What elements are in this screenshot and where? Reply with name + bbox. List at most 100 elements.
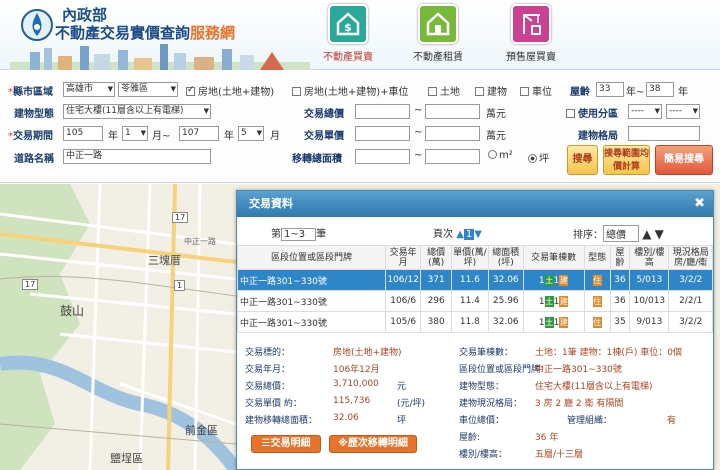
site-title: 不動產交易實價查詢服務網 xyxy=(55,24,236,42)
easy-search-button[interactable]: 簡易搜尋 xyxy=(655,145,713,175)
detail-value: 土地：1筆 建物：1棟(戶) 車位：0個 xyxy=(535,348,682,358)
period-year-from-input[interactable]: 105 xyxy=(63,126,103,141)
col-header: 區段位置或區段門牌 xyxy=(237,245,386,270)
detail-item: 樓別/樓高： xyxy=(459,450,508,460)
use-zone-select-2[interactable]: ---- xyxy=(666,104,700,119)
area-from-input[interactable] xyxy=(355,149,410,164)
close-icon[interactable]: ✖ xyxy=(694,191,705,217)
unit-ping-radio[interactable]: 坪 xyxy=(528,150,549,165)
area-to-input[interactable] xyxy=(425,149,480,164)
detail-value: 住宅大樓(11層含以上有電梯) xyxy=(535,382,653,392)
detail-value: 36 年 xyxy=(535,433,559,443)
type-badge: 住 xyxy=(592,295,602,307)
total-price-from-input[interactable] xyxy=(355,104,410,119)
layout-label: 建物格局 xyxy=(578,131,618,142)
type-house-parking-checkbox[interactable]: 房地(土地+建物)+車位 xyxy=(292,83,409,98)
map-label: 鼓山 xyxy=(60,304,85,318)
table-row[interactable]: 中正一路301~330號105/638011.832.06 1土1建0 住359… xyxy=(237,311,713,333)
total-price-to-input[interactable] xyxy=(425,104,480,119)
search-form: *縣市區域 高雄市 苓雅區 房地(土地+建物) 房地(土地+建物)+車位 土地 … xyxy=(0,71,720,183)
type-badge: 住 xyxy=(592,316,602,328)
detail-value: 中正一路301~330號 xyxy=(535,365,622,375)
unit-price-from-input[interactable] xyxy=(355,126,410,141)
detail-item: 交易年月： xyxy=(245,365,291,375)
unit-m2-radio[interactable]: m² xyxy=(488,150,513,161)
layout-input[interactable] xyxy=(628,126,700,141)
road-input[interactable]: 中正一路 xyxy=(63,149,211,164)
nav-tab-presale[interactable]: 預售屋買賣 xyxy=(496,4,566,68)
transfer-history-button[interactable]: ※歷次移轉明細 xyxy=(329,435,417,453)
table-row[interactable]: 中正一路301~330號106/629611.425.96 1土1建0 住361… xyxy=(237,290,713,312)
unit-price-to-input[interactable] xyxy=(425,126,480,141)
sort-select[interactable]: 總價 xyxy=(603,225,639,242)
year-unit: 年 xyxy=(108,131,118,142)
header: 內政部 不動產交易實價查詢服務網 $ 不動產買賣 不動產租賃 預售屋買賣 xyxy=(0,0,720,70)
use-zone-checkbox[interactable]: 使用分區 xyxy=(566,105,618,120)
house-icon xyxy=(418,4,458,44)
ministry-logo-icon xyxy=(21,9,53,41)
skyline-graphic xyxy=(10,44,310,70)
parcel-counts: 1土1建0 xyxy=(522,269,585,291)
detail-unit: 元 xyxy=(397,382,407,392)
detail-item: 建物現況格局： xyxy=(459,399,523,409)
month-unit: 月 xyxy=(270,131,280,142)
nav-tab-rent[interactable]: 不動產租賃 xyxy=(403,4,473,68)
parcel-counts: 1土1建0 xyxy=(522,311,585,333)
city-select[interactable]: 高雄市 xyxy=(63,82,115,97)
age-separator: 年~ xyxy=(626,87,645,98)
transaction-detail-button[interactable]: ☰交易明細 xyxy=(251,435,321,453)
next-page-icon[interactable]: ▼ xyxy=(474,229,482,240)
btype-select[interactable]: 住宅大樓(11層含以上有電梯) xyxy=(63,104,211,119)
col-header: 單價(萬/坪) xyxy=(450,245,489,270)
detail-item: 交易總價： xyxy=(245,382,291,392)
col-header: 總價(萬) xyxy=(420,245,452,270)
age-from-input[interactable]: 33 xyxy=(596,82,624,97)
type-land-checkbox[interactable]: 土地 xyxy=(428,83,460,98)
age-to-input[interactable]: 38 xyxy=(646,82,674,97)
svg-text:$: $ xyxy=(344,21,352,34)
detail-item: 交易筆棟數： xyxy=(459,348,514,358)
nav-tab-sale[interactable]: $ 不動產買賣 xyxy=(313,4,383,68)
period-month-to-select[interactable]: 5 xyxy=(238,126,264,141)
detail-item: 車位總價： xyxy=(459,416,505,426)
btype-label: 建物型態 xyxy=(14,109,54,120)
route-shield: 1 xyxy=(174,280,186,291)
record-range: 第 1~3 筆 xyxy=(271,228,327,241)
crane-icon xyxy=(511,4,551,44)
month-tilde: 月~ xyxy=(152,131,171,142)
col-header: 總面積(坪) xyxy=(487,245,524,270)
detail-value: 3 房 2 廳 2 衛 有隔間 xyxy=(535,399,624,409)
detail-value: 106年12月 xyxy=(333,365,380,375)
range-average-button[interactable]: 搜尋範圍均價計算 xyxy=(603,145,650,175)
sort-desc-icon[interactable]: ▼ xyxy=(655,227,664,241)
type-house-land-checkbox[interactable]: 房地(土地+建物) xyxy=(186,83,274,98)
type-building-checkbox[interactable]: 建物 xyxy=(475,83,507,98)
year-unit: 年 xyxy=(224,131,234,142)
col-header: 樓別/樓高 xyxy=(629,245,670,270)
map-label: 三塊厝 xyxy=(148,254,181,267)
col-header: 現況格局房/廳/衛 xyxy=(668,245,713,270)
type-parking-checkbox[interactable]: 車位 xyxy=(520,83,552,98)
detail-value: 32.06 xyxy=(333,413,359,423)
wan-unit: 萬元 xyxy=(486,109,506,120)
period-label: *交易期間 xyxy=(8,131,53,142)
transaction-panel: 交易資料 ✖ 第 1~3 筆 頁次 ▲ 1 ▼ 排序： 總價 ▲ ▼ 區段位置或區段門牌 交… xyxy=(236,190,714,470)
col-header: 屋齡 xyxy=(609,245,631,270)
detail-item: 管理組織： xyxy=(567,416,613,426)
search-button[interactable]: 搜尋 xyxy=(567,145,598,175)
period-month-from-select[interactable]: 1 xyxy=(122,126,148,141)
tilde: ~ xyxy=(414,105,423,116)
district-select[interactable]: 苓雅區 xyxy=(118,82,178,97)
prev-page-icon[interactable]: ▲ xyxy=(456,229,464,240)
detail-item: 屋齡: xyxy=(459,433,481,443)
map-label: 鹽埕區 xyxy=(110,452,143,465)
detail-value: 3,710,000 xyxy=(333,379,379,389)
use-zone-select-1[interactable]: ---- xyxy=(628,104,662,119)
table-row[interactable]: 中正一路301~330號106/1237111.632.06 1土1建0 住36… xyxy=(237,269,713,291)
tilde: ~ xyxy=(414,127,423,138)
sort-asc-icon[interactable]: ▲ xyxy=(642,227,651,241)
detail-value: 有 xyxy=(667,416,677,426)
record-range-select[interactable]: 1~3 xyxy=(281,228,317,241)
city-label: *縣市區域 xyxy=(8,87,53,98)
period-year-to-input[interactable]: 107 xyxy=(179,126,219,141)
